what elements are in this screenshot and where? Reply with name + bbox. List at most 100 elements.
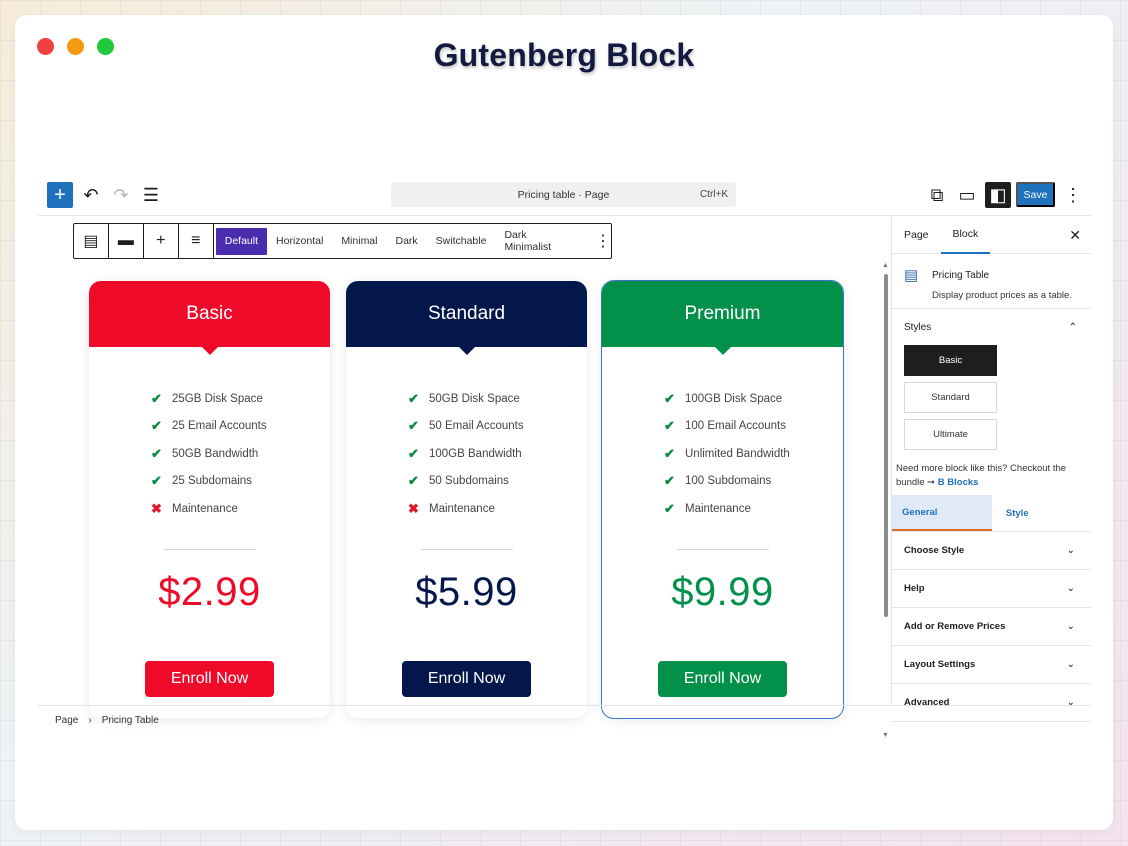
enroll-button[interactable]: Enroll Now <box>145 660 274 697</box>
save-button[interactable]: Save <box>1016 182 1055 207</box>
settings-panel-icon[interactable]: ◧ <box>985 182 1011 208</box>
toolbar-tab-dark-minimalist[interactable]: Dark Minimalist <box>495 227 583 255</box>
block-card: ▤ Pricing Table Display product prices a… <box>892 254 1091 309</box>
canvas-scrollbar[interactable]: ▲ ▼ <box>882 262 890 742</box>
card-title: Premium <box>602 281 843 355</box>
toolbar-tab-dark[interactable]: Dark <box>386 227 426 255</box>
chevron-down-icon: ⌄ <box>1066 583 1075 594</box>
check-icon: ✔ <box>664 390 675 406</box>
panel-add-or-remove-prices[interactable]: Add or Remove Prices ⌄ <box>892 608 1091 646</box>
command-palette-text: Pricing table · Page <box>517 188 610 201</box>
feature-text: 100GB Disk Space <box>685 392 783 405</box>
pricing-card-basic[interactable]: Basic ✔ 25GB Disk Space ✔ 25 Email Accounts ✔… <box>89 281 330 718</box>
sidebar-tabs: Page Block ✕ <box>892 217 1091 254</box>
enroll-button[interactable]: Enroll Now <box>402 660 531 697</box>
panel-label: Choose Style <box>904 545 965 556</box>
list-item: ✔ 50 Email Accounts <box>408 413 587 441</box>
upsell-note: Need more block like this? Checkout the … <box>892 450 1091 490</box>
list-item: ✔ 100GB Disk Space <box>664 385 843 413</box>
add-item-icon[interactable]: + <box>144 224 179 258</box>
panel-label: Add or Remove Prices <box>904 621 1006 632</box>
pricing-card-standard[interactable]: Standard ✔ 50GB Disk Space ✔ 50 Email Accoun… <box>346 281 587 718</box>
check-icon: ✔ <box>408 473 419 489</box>
list-item: ✔ 100 Email Accounts <box>664 413 843 441</box>
tab-general[interactable]: General <box>892 495 992 531</box>
feature-text: Unlimited Bandwidth <box>685 447 790 460</box>
view-page-icon[interactable]: ⧉ <box>924 182 950 208</box>
panel-help[interactable]: Help ⌄ <box>892 570 1091 608</box>
card-title: Basic <box>89 281 330 355</box>
arrow-right-icon: ➞ <box>927 477 936 488</box>
close-icon[interactable]: ✕ <box>1069 227 1081 244</box>
check-icon: ✔ <box>664 445 675 461</box>
check-icon: ✔ <box>664 500 675 516</box>
breadcrumb-current[interactable]: Pricing Table <box>102 715 159 726</box>
justify-icon[interactable]: ≡ <box>179 224 214 258</box>
settings-sidebar: Page Block ✕ ▤ Pricing Table Display pro… <box>891 217 1091 722</box>
list-item: ✔ 50 Subdomains <box>408 468 587 496</box>
tab-style[interactable]: Style <box>992 495 1092 531</box>
hero-title: Gutenberg Block <box>433 37 695 73</box>
pricing-table-icon: ▤ <box>904 267 919 284</box>
toolbar-tab-minimal[interactable]: Minimal <box>332 227 386 255</box>
block-name: Pricing Table <box>932 270 990 281</box>
panel-layout-settings[interactable]: Layout Settings ⌄ <box>892 646 1091 684</box>
pricing-block-icon[interactable]: ▤ <box>74 224 109 258</box>
breadcrumb-page[interactable]: Page <box>55 715 78 726</box>
check-icon: ✔ <box>408 445 419 461</box>
divider <box>420 548 513 550</box>
check-icon: ✔ <box>408 418 419 434</box>
style-ultimate-button[interactable]: Ultimate <box>904 419 997 450</box>
feature-text: 100GB Bandwidth <box>429 447 522 460</box>
check-icon: ✔ <box>408 390 419 406</box>
editor-canvas: ▤ ▬ + ≡ Default Horizontal Minimal Dark … <box>38 217 889 739</box>
feature-text: Maintenance <box>685 502 751 515</box>
list-item: ✖ Maintenance <box>408 495 587 523</box>
feature-text: Maintenance <box>429 502 495 515</box>
check-icon: ✔ <box>151 418 162 434</box>
app-window: Gutenberg Block + ↶ ↷ ☰ Pricing table · … <box>15 15 1113 830</box>
check-icon: ✔ <box>151 445 162 461</box>
block-editor: + ↶ ↷ ☰ Pricing table · Page Ctrl+K ⧉ ▭ … <box>38 178 1091 739</box>
feature-text: 100 Subdomains <box>685 475 772 488</box>
command-palette-bar[interactable]: Pricing table · Page Ctrl+K <box>391 182 736 207</box>
check-icon: ✔ <box>664 473 675 489</box>
scroll-up-icon[interactable]: ▲ <box>882 262 889 269</box>
feature-text: 100 Email Accounts <box>685 420 787 433</box>
toolbar-tab-default[interactable]: Default <box>215 227 268 255</box>
device-preview-icon[interactable]: ▭ <box>954 182 980 208</box>
add-block-icon[interactable]: + <box>47 182 73 208</box>
redo-icon[interactable]: ↷ <box>108 182 134 208</box>
options-more-icon[interactable]: ⋮ <box>1060 182 1086 208</box>
chevron-down-icon: ⌄ <box>1066 659 1075 670</box>
tab-block[interactable]: Block <box>940 217 991 254</box>
editor-topbar: + ↶ ↷ ☰ Pricing table · Page Ctrl+K ⧉ ▭ … <box>38 178 1091 216</box>
toolbar-tab-horizontal[interactable]: Horizontal <box>267 227 332 255</box>
styles-panel-header[interactable]: Styles ⌃ <box>892 309 1091 345</box>
feature-text: 50GB Disk Space <box>429 392 520 405</box>
enroll-button[interactable]: Enroll Now <box>658 660 787 697</box>
settings-tabs: General Style <box>892 495 1091 532</box>
tab-page[interactable]: Page <box>892 217 941 254</box>
check-icon: ✔ <box>151 473 162 489</box>
feature-text: 25 Email Accounts <box>172 420 267 433</box>
undo-icon[interactable]: ↶ <box>78 182 104 208</box>
style-standard-button[interactable]: Standard <box>904 382 997 413</box>
check-icon: ✔ <box>151 390 162 406</box>
panel-choose-style[interactable]: Choose Style ⌄ <box>892 532 1091 570</box>
document-overview-icon[interactable]: ☰ <box>138 182 164 208</box>
b-blocks-link[interactable]: B Blocks <box>938 477 979 488</box>
align-icon[interactable]: ▬ <box>109 224 144 258</box>
chevron-down-icon: ⌄ <box>1066 545 1075 556</box>
scroll-thumb[interactable] <box>884 274 888 617</box>
toolbar-tab-switchable[interactable]: Switchable <box>427 227 496 255</box>
pricing-card-premium[interactable]: Premium ✔ 100GB Disk Space ✔ 100 Email Accou… <box>601 280 844 719</box>
style-basic-button[interactable]: Basic <box>904 345 997 376</box>
feature-text: Maintenance <box>172 502 238 515</box>
styles-label: Styles <box>904 321 932 333</box>
price: $5.99 <box>415 569 518 614</box>
check-icon: ✔ <box>664 418 675 434</box>
block-more-icon[interactable]: ⋮ <box>595 231 611 251</box>
chevron-up-icon: ⌃ <box>1068 321 1077 333</box>
list-item: ✔ 50GB Disk Space <box>408 385 587 413</box>
